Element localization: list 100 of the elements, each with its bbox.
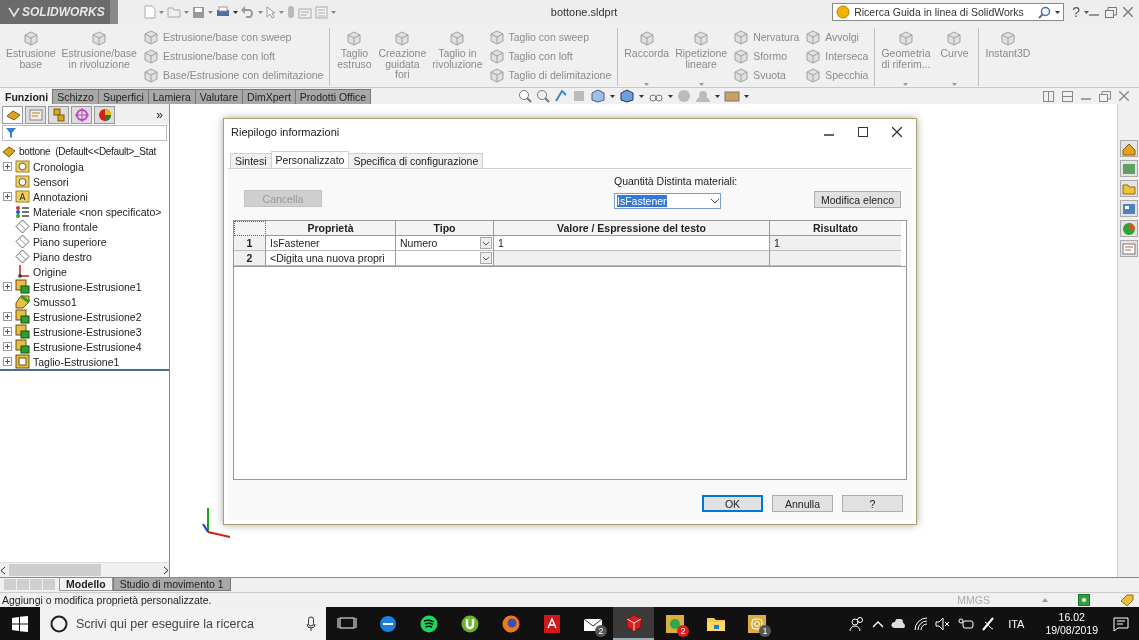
tab[interactable]: Valutare (194, 89, 244, 104)
help-search-input[interactable]: Ricerca Guida in linea di SolidWorks (854, 6, 1035, 18)
edit-list-button[interactable]: Modifica elenco (814, 191, 901, 208)
folder-icon[interactable] (1121, 181, 1136, 196)
tab[interactable]: Prodotti Office (294, 89, 372, 104)
tree-item[interactable]: Estrusione-Estrusione3 (0, 324, 169, 339)
dialog-title: Riepilogo informazioni (231, 126, 341, 138)
volume-muted-icon[interactable] (935, 616, 952, 631)
table-cell[interactable]: <Digita una nuova propri (266, 251, 396, 266)
restore-icon[interactable] (1099, 90, 1111, 102)
scrollbar-thumb[interactable] (9, 564, 101, 576)
tree-item[interactable]: Estrusione-Estrusione4 (0, 339, 169, 354)
people-icon[interactable] (849, 615, 866, 632)
expand-icon[interactable] (3, 282, 12, 291)
notifications-icon[interactable] (1113, 615, 1129, 632)
tab[interactable]: Modello (59, 578, 113, 591)
cloud-icon[interactable] (891, 618, 908, 629)
search-icon[interactable] (1038, 5, 1052, 19)
expand-icon[interactable] (3, 192, 12, 201)
help-button[interactable]: ? (1072, 4, 1080, 20)
color-wheel-icon[interactable] (96, 107, 113, 123)
tree-item[interactable]: Smusso1 (0, 294, 169, 309)
tile-vertical-icon[interactable] (1062, 90, 1073, 102)
tab[interactable]: Superfici (97, 89, 149, 104)
cube-icon (488, 67, 505, 83)
custom-properties-icon[interactable] (1121, 241, 1136, 256)
clock-folder-icon (15, 159, 30, 174)
bom-quantity-dropdown[interactable]: IsFastener (614, 193, 721, 209)
tab[interactable]: Sintesi (230, 153, 272, 168)
collapse-handle[interactable] (110, 0, 118, 24)
column-header: Proprietà (266, 221, 396, 236)
tree-item[interactable]: Materiale <non specificato> (0, 204, 169, 219)
tree-item[interactable]: Piano superiore (0, 234, 169, 249)
zoom-fit-icon[interactable] (518, 89, 533, 103)
taskbar-button[interactable]: 2 (572, 607, 613, 640)
dialog-button[interactable]: ? (842, 495, 903, 512)
dialog-button[interactable]: Annulla (772, 495, 833, 512)
maximize-icon[interactable] (858, 127, 868, 137)
taskbar-search-field[interactable]: Scrivi qui per eseguire la ricerca (76, 616, 298, 631)
expand-panel-button[interactable]: » (156, 108, 163, 122)
chevron-down-icon[interactable] (480, 237, 492, 249)
table-cell[interactable]: IsFastener (266, 236, 396, 251)
taskbar-button[interactable]: 2 (654, 607, 695, 640)
expand-icon[interactable] (3, 327, 12, 336)
scroll-right-icon[interactable] (163, 565, 169, 575)
close-icon[interactable] (892, 127, 902, 137)
tab[interactable]: Schizzo (52, 89, 99, 104)
microphone-icon[interactable] (306, 615, 316, 632)
save-icon[interactable] (192, 5, 205, 19)
plane-icon (15, 249, 30, 264)
crosshair-icon[interactable] (73, 107, 90, 123)
tree-item[interactable]: Piano destro (0, 249, 169, 264)
material-list-icon (15, 204, 30, 219)
home-icon[interactable] (1121, 141, 1136, 156)
scroll-left-icon[interactable] (0, 565, 6, 575)
tree-item[interactable]: Cronologia (0, 159, 169, 174)
wifi-icon[interactable] (914, 616, 929, 631)
tree-root-item[interactable]: bottone (Default<<Default>_Stat (0, 144, 169, 159)
printer-icon[interactable] (216, 6, 230, 18)
filter-field[interactable] (2, 125, 167, 141)
expand-icon[interactable] (3, 357, 12, 366)
taskbar-button[interactable]: 1 (736, 607, 777, 640)
taskbar-search-box[interactable]: Scrivi qui per eseguire la ricerca (40, 607, 326, 640)
view-settings-icon[interactable] (724, 89, 741, 103)
expand-icon[interactable] (3, 162, 12, 171)
clock-time[interactable]: 16.02 (1058, 610, 1085, 624)
pointer-icon[interactable] (266, 5, 276, 19)
expand-icon[interactable] (3, 312, 12, 321)
tree-item[interactable]: Annotazioni (0, 189, 169, 204)
tab[interactable]: Studio di movimento 1 (112, 578, 231, 591)
dialog-button[interactable]: OK (702, 495, 763, 512)
windows-start-icon[interactable] (12, 615, 28, 632)
chevron-up-icon[interactable] (872, 619, 885, 628)
tree-item[interactable]: Origine (0, 264, 169, 279)
caret-up-icon[interactable] (1042, 598, 1048, 602)
tree-item[interactable]: Piano frontale (0, 219, 169, 234)
zoom-area-icon[interactable] (536, 89, 551, 103)
tab[interactable]: DimXpert (242, 89, 296, 104)
tree-item[interactable]: Estrusione-Estrusione2 (0, 309, 169, 324)
cube-icon (999, 30, 1016, 46)
chevron-down-icon[interactable] (480, 252, 492, 264)
language-indicator[interactable]: ITA (1008, 617, 1025, 630)
configuration-icon[interactable] (50, 107, 67, 123)
browser-icon (500, 613, 521, 634)
undo-icon[interactable] (241, 6, 255, 18)
logo: SOLIDWORKS (0, 0, 110, 24)
tree-item[interactable]: Sensori (0, 174, 169, 189)
pen-icon[interactable] (981, 615, 996, 632)
tree-item[interactable]: Estrusione-Estrusione1 (0, 279, 169, 294)
tab[interactable]: Specifica di configurazione (348, 153, 484, 168)
tile-horizontal-icon[interactable] (1043, 90, 1054, 102)
expand-icon[interactable] (3, 342, 12, 351)
tab[interactable]: Funzioni (0, 89, 54, 104)
clock-date[interactable]: 19/08/2019 (1045, 623, 1098, 637)
tree-item[interactable]: Taglio-Estrusione1 (0, 354, 169, 369)
type-dropdown[interactable]: Numero (396, 236, 494, 251)
restore-icon[interactable] (1105, 6, 1117, 18)
help-search-field[interactable]: Ricerca Guida in linea di SolidWorks (832, 3, 1065, 21)
tab[interactable]: Lamiera (147, 89, 196, 104)
table-cell[interactable] (494, 251, 770, 266)
